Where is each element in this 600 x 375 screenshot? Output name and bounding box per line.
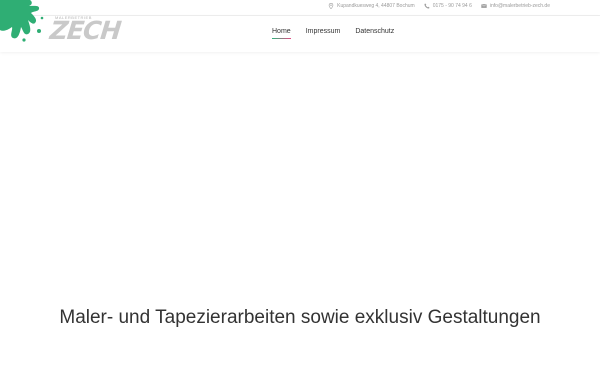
address-item: Kupandkuesweg 4, 44807 Bochum — [328, 3, 415, 9]
nav-item-home[interactable]: Home — [272, 28, 291, 39]
hero-headline: Maler- und Tapezierarbeiten sowie exklus… — [59, 307, 541, 328]
map-pin-icon — [328, 3, 334, 9]
nav-item-impressum[interactable]: Impressum — [306, 28, 341, 35]
site-logo[interactable]: MALERBETRIEB ZECH — [0, 0, 123, 52]
email-item[interactable]: info@malerbetrieb-zech.de — [481, 3, 550, 9]
contact-list: Kupandkuesweg 4, 44807 Bochum 0175 - 90 … — [328, 3, 550, 9]
phone-icon — [424, 3, 430, 9]
paint-splash-icon — [0, 0, 44, 42]
envelope-icon — [481, 3, 487, 9]
phone-text[interactable]: 0175 - 90 74 94 6 — [433, 3, 472, 9]
nav-item-datenschutz[interactable]: Datenschutz — [355, 28, 394, 35]
main-navigation: Home Impressum Datenschutz — [272, 28, 394, 39]
logo-brand: ZECH — [48, 16, 123, 45]
address-text: Kupandkuesweg 4, 44807 Bochum — [337, 3, 415, 9]
email-text[interactable]: info@malerbetrieb-zech.de — [490, 3, 550, 9]
phone-item[interactable]: 0175 - 90 74 94 6 — [424, 3, 472, 9]
